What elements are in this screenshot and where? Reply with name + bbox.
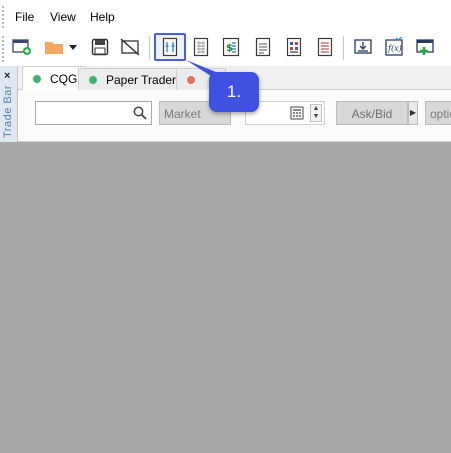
add-window-icon: [416, 39, 434, 55]
tab-cqg-label: CQG: [50, 72, 78, 86]
download-icon: [354, 39, 372, 54]
workspace-area: [0, 142, 451, 453]
disconnected-status-icon: [187, 75, 195, 84]
add-window-button[interactable]: [413, 35, 437, 59]
formula-button[interactable]: f(x): [382, 35, 406, 59]
ask-bid-button[interactable]: Ask/Bid: [336, 101, 408, 125]
options-select[interactable]: optio: [425, 101, 451, 125]
connected-status-icon: [33, 75, 41, 83]
step-callout: 1.: [209, 72, 259, 112]
download-button[interactable]: [351, 35, 375, 59]
orders-list-icon: [193, 37, 209, 57]
connected-status-icon: [89, 75, 97, 84]
svg-text:f(x): f(x): [387, 44, 402, 53]
trade-bar-strip: × Trade Bar: [0, 66, 18, 142]
menu-bar: File View Help: [0, 0, 451, 32]
toolbar: $ f(x): [0, 32, 451, 66]
tab-paper-trader-label: Paper Trader: [106, 72, 177, 87]
toolbar-grip: [2, 36, 4, 62]
folder-icon: [45, 42, 63, 54]
tab-paper-trader[interactable]: Paper Trader: [78, 68, 186, 90]
toolbar-separator: [343, 36, 344, 60]
order-ticket-icon: [162, 37, 178, 57]
dropdown-icon: [69, 45, 77, 50]
menu-view[interactable]: View: [50, 10, 76, 24]
no-display-icon: [120, 38, 140, 56]
quantity-spin-buttons[interactable]: ▲ ▼: [310, 104, 322, 122]
tab-cqg[interactable]: CQG: [22, 66, 87, 91]
symbol-search-input[interactable]: [35, 101, 152, 125]
search-icon[interactable]: [133, 106, 147, 120]
new-window-icon: [12, 39, 31, 55]
report-icon: [317, 37, 333, 57]
trading-app-window: File View Help $ f(x) × Trade Bar CQG Pa…: [0, 0, 451, 453]
formula-icon: f(x): [385, 37, 403, 56]
menu-file[interactable]: File: [15, 10, 34, 24]
document-icon: [255, 37, 271, 57]
dollar-sheet-icon: $: [222, 37, 240, 57]
color-grid-button[interactable]: [282, 35, 306, 59]
menu-grip: [2, 6, 4, 28]
save-icon: [91, 38, 109, 56]
calculator-icon[interactable]: [290, 106, 304, 120]
svg-text:$: $: [226, 43, 233, 54]
trade-bar-label[interactable]: Trade Bar: [2, 85, 14, 138]
orders-list-button[interactable]: [189, 35, 213, 59]
open-folder-button[interactable]: [42, 35, 66, 59]
save-button[interactable]: [88, 35, 112, 59]
report-button[interactable]: [313, 35, 337, 59]
color-grid-icon: [286, 37, 302, 57]
ask-bid-arrow-button[interactable]: ▶: [408, 101, 418, 125]
order-ticket-button[interactable]: [154, 33, 186, 61]
dollar-sheet-button[interactable]: $: [219, 35, 243, 59]
menu-help[interactable]: Help: [90, 10, 115, 24]
no-display-button[interactable]: [118, 35, 142, 59]
trade-bar-close-button[interactable]: ×: [4, 70, 10, 82]
document-button[interactable]: [251, 35, 275, 59]
new-window-button[interactable]: [10, 35, 34, 59]
toolbar-separator: [149, 36, 150, 60]
open-dropdown-button[interactable]: [66, 35, 80, 59]
